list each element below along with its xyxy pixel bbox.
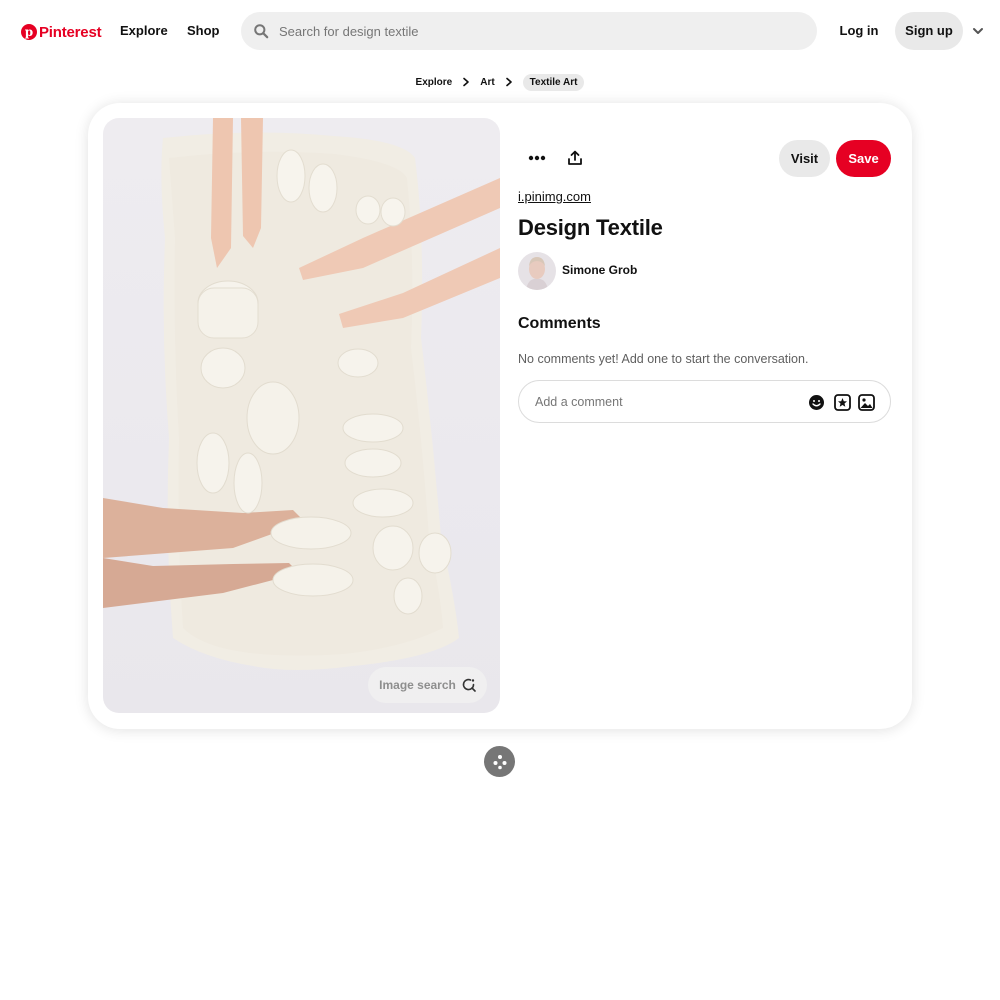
pin-image-illustration bbox=[103, 118, 500, 670]
nav-shop-link[interactable]: Shop bbox=[187, 20, 220, 42]
breadcrumb-textile-art[interactable]: Textile Art bbox=[522, 73, 585, 91]
ellipsis-icon bbox=[528, 155, 546, 161]
comment-box[interactable] bbox=[518, 380, 891, 423]
photo-icon[interactable] bbox=[857, 393, 875, 411]
logo-text: Pinterest bbox=[39, 23, 102, 41]
chevron-right-icon bbox=[502, 75, 516, 89]
chevron-right-icon bbox=[459, 75, 473, 89]
visit-button[interactable]: Visit bbox=[779, 140, 830, 177]
pinterest-logo-icon: p bbox=[21, 24, 37, 40]
pin-title: Design Textile bbox=[518, 215, 663, 240]
no-comments-text: No comments yet! Add one to start the co… bbox=[518, 352, 809, 366]
emoji-icon[interactable] bbox=[807, 393, 825, 411]
breadcrumb: Explore Art Textile Art bbox=[0, 72, 1000, 92]
avatar[interactable] bbox=[518, 252, 556, 290]
top-header: p Pinterest Explore Shop Log in Sign up bbox=[0, 0, 1000, 62]
share-icon bbox=[568, 150, 582, 165]
image-search-label: Image search bbox=[379, 678, 456, 692]
save-button[interactable]: Save bbox=[836, 140, 891, 177]
sticker-icon[interactable] bbox=[833, 393, 851, 411]
more-ideas-icon bbox=[493, 754, 506, 769]
image-search-button[interactable]: Image search bbox=[368, 667, 487, 703]
chevron-down-icon[interactable] bbox=[970, 23, 986, 39]
pin-image[interactable]: Image search bbox=[103, 118, 500, 713]
comment-input[interactable] bbox=[533, 393, 803, 410]
lens-icon bbox=[462, 678, 476, 692]
breadcrumb-art[interactable]: Art bbox=[480, 74, 494, 91]
source-link[interactable]: i.pinimg.com bbox=[518, 189, 591, 204]
search-bar[interactable] bbox=[241, 12, 817, 50]
search-input[interactable] bbox=[277, 22, 797, 40]
pinterest-logo[interactable]: p Pinterest bbox=[21, 21, 102, 43]
pin-card: Image search Visit Save i.pinimg.com Des… bbox=[88, 103, 912, 729]
more-ideas-button[interactable] bbox=[484, 746, 515, 777]
search-icon bbox=[253, 23, 269, 39]
author-name[interactable]: Simone Grob bbox=[562, 263, 637, 277]
login-button[interactable]: Log in bbox=[829, 12, 889, 50]
nav-explore-link[interactable]: Explore bbox=[120, 20, 168, 42]
share-button[interactable] bbox=[556, 140, 594, 176]
signup-button[interactable]: Sign up bbox=[895, 12, 963, 50]
breadcrumb-explore[interactable]: Explore bbox=[416, 74, 453, 91]
more-options-button[interactable] bbox=[518, 140, 556, 176]
comments-heading: Comments bbox=[518, 315, 601, 332]
